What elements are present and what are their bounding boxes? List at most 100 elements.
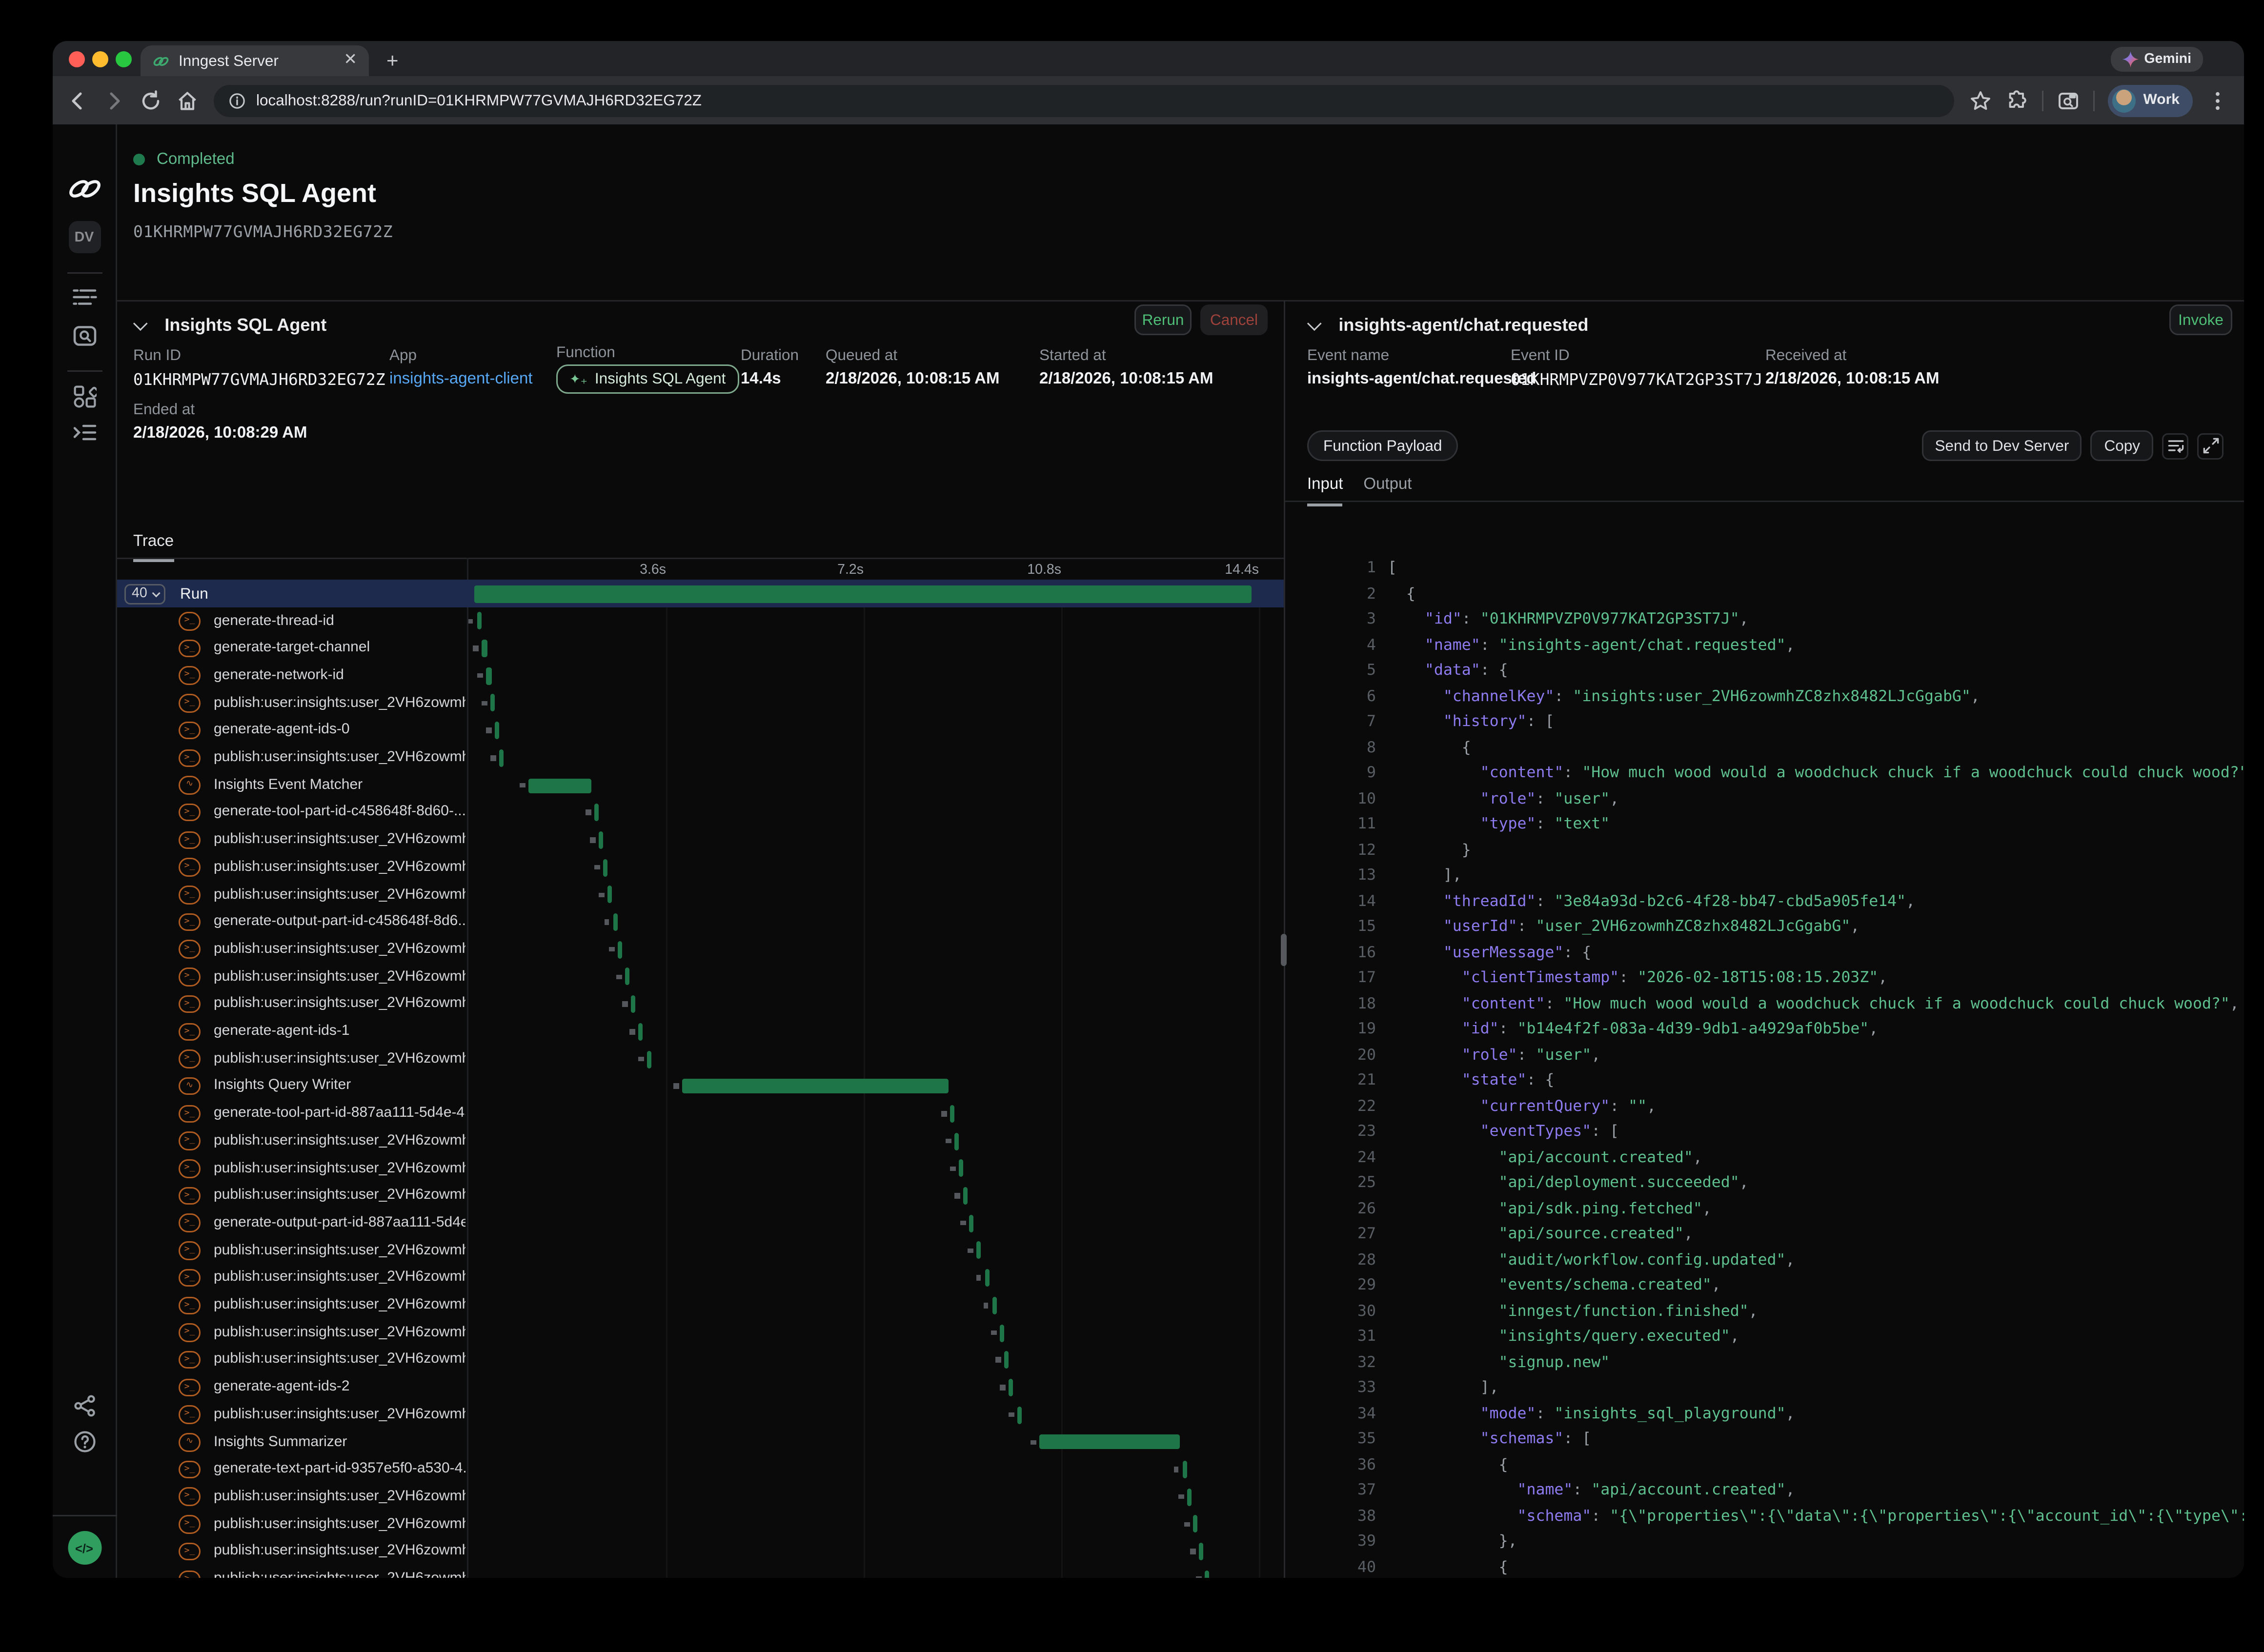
code-line: 19 "id": "b14e4f2f-083a-4d39-9db1-a4929a… (1285, 1020, 2244, 1046)
run-section-header[interactable]: Insights SQL Agent (133, 312, 326, 338)
detail-value: 2/18/2026, 10:08:15 AM (1765, 370, 1940, 388)
attempt-marker (468, 619, 473, 624)
trace-step-row[interactable]: >_publish:user:insights:user_2VH6zowmh..… (117, 881, 1284, 908)
step-duration-bar (604, 859, 608, 876)
help-icon[interactable] (73, 1430, 96, 1453)
home-icon[interactable] (176, 89, 199, 112)
trace-step-row[interactable]: >_generate-agent-ids-0 (117, 717, 1284, 744)
expand-button[interactable] (2197, 433, 2224, 459)
trace-step-row[interactable]: ∿Insights Summarizer (117, 1429, 1284, 1456)
bookmark-star-icon[interactable] (1969, 89, 1993, 112)
trace-step-row[interactable]: >_publish:user:insights:user_2VH6zowmh..… (117, 1511, 1284, 1538)
trace-step-row[interactable]: >_publish:user:insights:user_2VH6zowmh..… (117, 1538, 1284, 1565)
trace-step-row[interactable]: >_generate-tool-part-id-887aa111-5d4e-45… (117, 1100, 1284, 1128)
avatar (2113, 89, 2136, 112)
apps-nav-icon[interactable] (73, 385, 96, 408)
browser-menu-icon[interactable] (2206, 89, 2229, 112)
trace-step-row[interactable]: >_generate-network-id (117, 662, 1284, 689)
copy-button[interactable]: Copy (2091, 430, 2153, 461)
extensions-icon[interactable] (2006, 89, 2029, 112)
trace-step-row[interactable]: >_publish:user:insights:user_2VH6zowmh..… (117, 1401, 1284, 1429)
share-icon[interactable] (73, 1395, 95, 1417)
runs-nav-icon[interactable] (72, 287, 97, 307)
app-link[interactable]: insights-agent-client (389, 370, 533, 388)
event-section-header[interactable]: insights-agent/chat.requested (1307, 312, 1588, 338)
browser-tab[interactable]: Inngest Server ✕ (141, 45, 369, 76)
trace-step-row[interactable]: >_generate-agent-ids-1 (117, 1018, 1284, 1046)
forward-icon[interactable] (102, 89, 126, 112)
trace-step-row[interactable]: >_generate-thread-id (117, 607, 1284, 635)
trace-step-row[interactable]: >_publish:user:insights:user_2VH6zowmh..… (117, 936, 1284, 963)
function-payload-button[interactable]: Function Payload (1307, 430, 1458, 461)
url-bar[interactable]: localhost:8288/run?runID=01KHRMPW77GVMAJ… (214, 84, 1955, 117)
gemini-button[interactable]: Gemini (2110, 47, 2203, 72)
trace-step-row[interactable]: >_publish:user:insights:user_2VH6zowmh..… (117, 1046, 1284, 1073)
code-line: 6 "channelKey": "insights:user_2VH6zowmh… (1285, 687, 2244, 713)
gemini-icon (2122, 51, 2138, 67)
trace-step-row[interactable]: >_publish:user:insights:user_2VH6zowmh..… (117, 1264, 1284, 1291)
trace-step-row[interactable]: >_publish:user:insights:user_2VH6zowmh..… (117, 745, 1284, 772)
new-tab-button[interactable]: + (386, 48, 399, 72)
trace-step-row[interactable]: >_publish:user:insights:user_2VH6zowmh..… (117, 990, 1284, 1018)
trace-step-row[interactable]: ∿Insights Query Writer (117, 1073, 1284, 1100)
function-pill[interactable]: ✦₊ Insights SQL Agent (556, 364, 739, 394)
cancel-button[interactable]: Cancel (1200, 304, 1268, 335)
trace-step-row[interactable]: >_publish:user:insights:user_2VH6zowmh..… (117, 1292, 1284, 1319)
trace-step-row[interactable]: >_publish:user:insights:user_2VH6zowmh..… (117, 1128, 1284, 1155)
code-line: 17 "clientTimestamp": "2026-02-18T15:08:… (1285, 969, 2244, 995)
invoke-button[interactable]: Invoke (2169, 304, 2232, 335)
rerun-button[interactable]: Rerun (1134, 304, 1192, 335)
code-line: 3 "id": "01KHRMPVZP0V977KAT2GP3ST7J", (1285, 610, 2244, 636)
trace-step-row[interactable]: >_publish:user:insights:user_2VH6zowmh..… (117, 1347, 1284, 1374)
trace-step-row[interactable]: ∿Insights Event Matcher (117, 772, 1284, 799)
run-children-count[interactable]: 40 (124, 584, 165, 604)
trace-step-row[interactable]: >_generate-output-part-id-c458648f-8d6..… (117, 908, 1284, 936)
step-duration-bar (529, 778, 592, 793)
trace-step-row[interactable]: >_generate-target-channel (117, 635, 1284, 662)
word-wrap-button[interactable] (2162, 433, 2188, 459)
step-run-icon: >_ (179, 1324, 201, 1342)
code-text: "mode": "insights_sql_playground", (1388, 1405, 1795, 1422)
trace-step-row[interactable]: >_publish:user:insights:user_2VH6zowmh..… (117, 1319, 1284, 1347)
step-duration-bar (964, 1187, 968, 1205)
trace-step-row[interactable]: >_publish:user:insights:user_2VH6zowmh..… (117, 1182, 1284, 1209)
trace-step-row[interactable]: >_publish:user:insights:user_2VH6zowmh..… (117, 854, 1284, 881)
trace-step-row[interactable]: >_generate-agent-ids-2 (117, 1374, 1284, 1401)
attempt-marker (946, 1138, 951, 1144)
code-text: "role": "user", (1388, 1046, 1600, 1064)
dev-tools-button[interactable]: </> (67, 1531, 101, 1565)
step-name: publish:user:insights:user_2VH6zowmh... (214, 1188, 465, 1204)
trace-step-row[interactable]: >_publish:user:insights:user_2VH6zowmh..… (117, 963, 1284, 990)
zoom-window-button[interactable] (116, 51, 132, 67)
send-to-dev-server-button[interactable]: Send to Dev Server (1922, 430, 2082, 461)
code-text: "state": { (1388, 1071, 1554, 1089)
line-number: 39 (1285, 1532, 1376, 1550)
trace-step-row[interactable]: >_publish:user:insights:user_2VH6zowmh..… (117, 689, 1284, 717)
detail-label: App (389, 347, 533, 364)
trace-step-row[interactable]: >_publish:user:insights:user_2VH6zowmh..… (117, 1483, 1284, 1511)
trace-step-row[interactable]: >_publish:user:insights:user_2VH6zowmh..… (117, 1237, 1284, 1264)
trace-step-row[interactable]: >_publish:user:insights:user_2VH6zowmh..… (117, 1566, 1284, 1578)
line-number: 20 (1285, 1046, 1376, 1064)
trace-step-row[interactable]: >_generate-output-part-id-887aa111-5d4e.… (117, 1209, 1284, 1237)
trace-step-row[interactable]: >_generate-tool-part-id-c458648f-8d60-..… (117, 799, 1284, 826)
line-number: 28 (1285, 1251, 1376, 1269)
trace-run-row[interactable]: 40 Run (117, 580, 1284, 607)
dev-server-badge[interactable]: DV (68, 221, 101, 253)
site-info-icon[interactable] (228, 92, 246, 109)
minimize-window-button[interactable] (92, 51, 108, 67)
trace-step-row[interactable]: >_generate-text-part-id-9357e5f0-a530-4.… (117, 1456, 1284, 1483)
tab-close-icon[interactable]: ✕ (344, 53, 357, 69)
terminal-list-nav-icon[interactable] (72, 423, 97, 442)
trace-step-row[interactable]: >_publish:user:insights:user_2VH6zowmh..… (117, 1155, 1284, 1182)
back-icon[interactable] (66, 89, 89, 112)
payload-code-viewer[interactable]: 1[2 {3 "id": "01KHRMPVZP0V977KAT2GP3ST7J… (1285, 553, 2244, 1578)
line-number: 17 (1285, 969, 1376, 987)
tab-search-icon[interactable] (2057, 89, 2081, 112)
profile-button[interactable]: Work (2108, 84, 2193, 117)
trace-step-row[interactable]: >_publish:user:insights:user_2VH6zowmh..… (117, 826, 1284, 854)
search-preview-nav-icon[interactable] (73, 325, 96, 347)
step-run-icon: >_ (179, 666, 201, 685)
reload-icon[interactable] (139, 89, 162, 112)
close-window-button[interactable] (69, 51, 85, 67)
